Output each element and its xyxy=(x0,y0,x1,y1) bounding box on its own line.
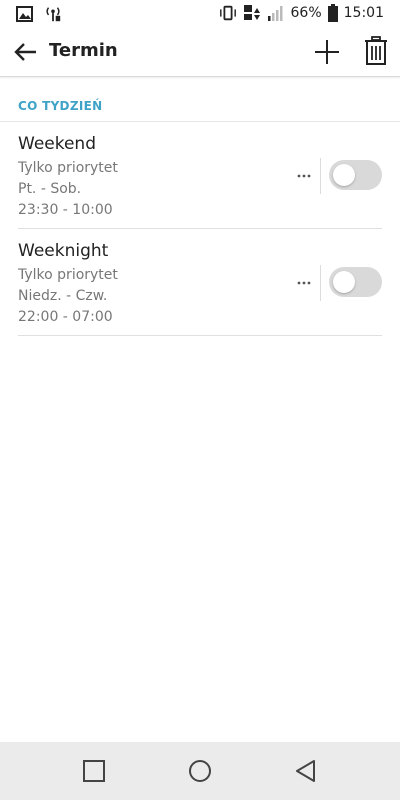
schedule-toggle[interactable] xyxy=(329,267,382,297)
lte-data-icon xyxy=(243,5,260,20)
battery-icon xyxy=(327,4,338,22)
schedule-days: Niedz. - Czw. xyxy=(18,288,108,304)
schedule-time: 23:30 - 10:00 xyxy=(18,202,113,218)
schedule-title: Weeknight xyxy=(18,241,109,261)
status-bar: 66% 15:01 xyxy=(0,0,400,28)
status-time: 15:01 xyxy=(343,5,384,21)
schedule-days: Pt. - Sob. xyxy=(18,181,82,197)
schedule-title: Weekend xyxy=(18,134,96,154)
home-circle-icon[interactable] xyxy=(186,757,214,785)
plus-icon[interactable] xyxy=(313,38,341,66)
vertical-divider xyxy=(320,158,321,194)
schedule-item-weekend[interactable]: Weekend Tylko priorytet Pt. - Sob. 23:30… xyxy=(0,122,400,228)
schedule-toggle[interactable] xyxy=(329,160,382,190)
row-divider xyxy=(18,335,382,336)
navigation-bar xyxy=(0,742,400,800)
back-arrow-icon[interactable] xyxy=(12,38,40,66)
image-icon xyxy=(16,6,33,22)
more-horizontal-icon[interactable] xyxy=(296,168,312,184)
page-title: Termin xyxy=(49,40,118,61)
schedule-mode: Tylko priorytet xyxy=(18,160,118,176)
toggle-knob xyxy=(333,271,355,293)
trash-icon[interactable] xyxy=(362,36,390,66)
section-header: CO TYDZIEŃ xyxy=(18,99,103,113)
vibrate-icon xyxy=(219,5,236,21)
toggle-knob xyxy=(333,164,355,186)
battery-percent: 66% xyxy=(290,5,322,21)
hotspot-icon xyxy=(46,7,61,22)
schedule-item-weeknight[interactable]: Weeknight Tylko priorytet Niedz. - Czw. … xyxy=(0,229,400,335)
schedule-time: 22:00 - 07:00 xyxy=(18,309,113,325)
recents-square-icon[interactable] xyxy=(80,757,108,785)
vertical-divider xyxy=(320,265,321,301)
more-horizontal-icon[interactable] xyxy=(296,275,312,291)
schedule-mode: Tylko priorytet xyxy=(18,267,118,283)
signal-icon xyxy=(267,6,283,21)
back-triangle-icon[interactable] xyxy=(292,757,320,785)
app-bar: Termin xyxy=(0,28,400,77)
